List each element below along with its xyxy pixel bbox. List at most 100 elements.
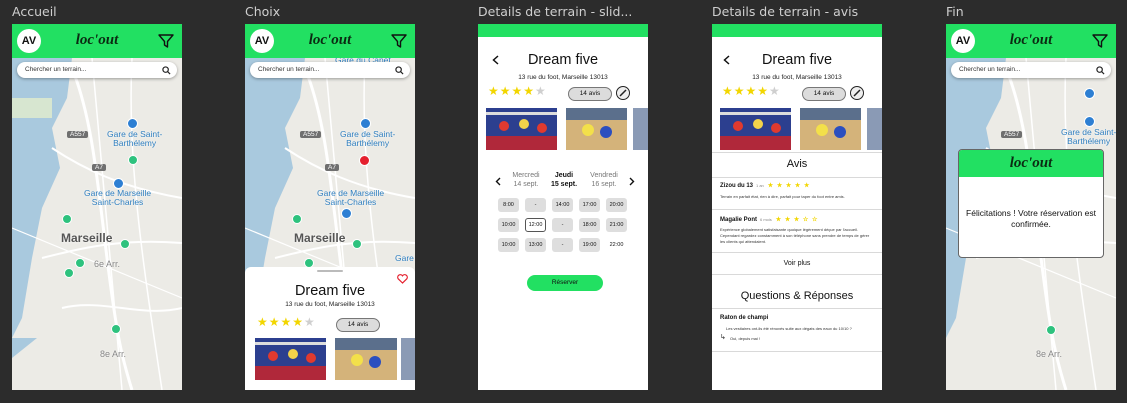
search-icon[interactable]: [1096, 66, 1105, 75]
time-slot[interactable]: 14:00: [552, 198, 573, 212]
edit-pencil-icon[interactable]: [850, 86, 864, 100]
review-stars: ★ ★ ★ ★ ★: [767, 183, 811, 189]
terrain-photo[interactable]: [486, 108, 557, 150]
map[interactable]: A557 A7 Gare de Saint- Barthélemy Gare d…: [12, 58, 182, 390]
filter-icon[interactable]: [391, 33, 407, 49]
time-slot[interactable]: 17:00: [579, 198, 600, 212]
frame-label-accueil: Accueil: [12, 4, 57, 19]
map-label-gare: Gare: [395, 253, 414, 263]
terrain-photo[interactable]: [401, 338, 415, 380]
train-icon: [341, 208, 352, 219]
day-friday[interactable]: Vendredi 16 sept.: [581, 171, 627, 189]
day-name: Vendredi: [590, 172, 618, 179]
time-slot[interactable]: 22:00: [606, 238, 627, 252]
time-slot-selected[interactable]: 12:00: [525, 218, 546, 232]
train-icon: [127, 118, 138, 129]
review-author: Magalie Pont 6 mois ★ ★ ★ ☆ ☆: [720, 216, 818, 223]
map-background: [12, 58, 182, 390]
terrain-pin[interactable]: [111, 324, 121, 334]
see-more-link[interactable]: Voir plus: [712, 260, 882, 267]
search-input[interactable]: Chercher un terrain...: [17, 62, 177, 78]
time-slot[interactable]: 13:00: [525, 238, 546, 252]
sheet-handle[interactable]: [317, 270, 343, 272]
time-slot[interactable]: -: [525, 198, 546, 212]
terrain-photo[interactable]: [566, 108, 627, 150]
terrain-address: 13 rue du foot, Marseille 13013: [752, 74, 842, 81]
terrain-pin[interactable]: [64, 268, 74, 278]
review-date: 1 an: [756, 183, 764, 188]
reviews-count-pill[interactable]: 14 avis: [802, 87, 846, 101]
confirmation-message: Félicitations ! Votre réservation est co…: [966, 208, 1096, 229]
terrain-pin[interactable]: [120, 239, 130, 249]
divider: [712, 308, 882, 309]
terrain-photo[interactable]: [335, 338, 397, 380]
terrain-bottom-sheet[interactable]: Dream five 13 rue du foot, Marseille 130…: [245, 267, 415, 390]
terrain-photo[interactable]: [720, 108, 791, 150]
time-slot[interactable]: 21:00: [606, 218, 627, 232]
next-day-icon[interactable]: [629, 177, 635, 186]
divider: [712, 274, 882, 275]
map-label-6e: 6e Arr.: [94, 259, 121, 269]
terrain-pin[interactable]: [128, 155, 138, 165]
reviews-count-pill[interactable]: 14 avis: [568, 87, 612, 101]
search-input[interactable]: Chercher un terrain...: [250, 62, 410, 78]
map-label-8e: 8e Arr.: [1036, 349, 1063, 359]
filter-icon[interactable]: [158, 33, 174, 49]
app-header: [478, 24, 648, 37]
map-label-gare-st-barth: Gare de Saint- Barthélemy: [107, 129, 163, 148]
time-slot[interactable]: 18:00: [579, 218, 600, 232]
photo-futsal-red: [255, 338, 326, 380]
time-slot[interactable]: 20:00: [606, 198, 627, 212]
filter-icon[interactable]: [1092, 33, 1108, 49]
time-slot[interactable]: 8:00: [498, 198, 519, 212]
day-date: 16 sept.: [591, 181, 617, 188]
app-header: AV loc'out: [12, 24, 182, 58]
review-date: 6 mois: [760, 217, 772, 222]
qa-question: Les vestiaires ont-ils été rénovés suite…: [726, 326, 852, 331]
qa-heading: Questions & Réponses: [740, 290, 854, 302]
frame-details-reviews: Dream five 13 rue du foot, Marseille 130…: [712, 24, 882, 390]
map-label-gare-st-charles: Gare de Marseille Saint-Charles: [84, 188, 152, 207]
terrain-address: 13 rue du foot, Marseille 13013: [518, 74, 608, 81]
terrain-pin[interactable]: [352, 239, 362, 249]
frame-label-fin: Fin: [946, 4, 964, 19]
terrain-photo[interactable]: [633, 108, 648, 150]
photo-futsal-yellow: [800, 108, 861, 150]
photo-futsal-red: [486, 108, 557, 150]
terrain-photo[interactable]: [800, 108, 861, 150]
prev-day-icon[interactable]: [495, 177, 501, 186]
rating-stars: ★★★★★: [722, 84, 781, 98]
reserve-button[interactable]: Réserver: [527, 275, 603, 291]
time-slot[interactable]: 19:00: [579, 238, 600, 252]
confirmation-modal[interactable]: loc'out Félicitations ! Votre réservatio…: [958, 149, 1104, 258]
photo-futsal-red: [720, 108, 791, 150]
terrain-photo[interactable]: [255, 338, 326, 380]
reviews-count-pill[interactable]: 14 avis: [336, 318, 380, 332]
terrain-pin[interactable]: [292, 214, 302, 224]
map-label-marseille: Marseille: [61, 231, 113, 245]
search-icon[interactable]: [395, 66, 404, 75]
terrain-pin[interactable]: [75, 258, 85, 268]
train-icon: [1084, 116, 1095, 127]
day-date: 15 sept.: [550, 181, 578, 188]
selected-terrain-pin[interactable]: [359, 155, 370, 166]
time-slot[interactable]: -: [552, 218, 573, 232]
review-author-name: Zizou du 13: [720, 183, 753, 189]
frame-label-slots: Details de terrain - slid...: [478, 4, 633, 19]
frame-choix: Gare du Canet A557 A7 Gare de Saint- Bar…: [245, 24, 415, 390]
time-slot[interactable]: 10:00: [498, 238, 519, 252]
terrain-address: 13 rue du foot, Marseille 13013: [285, 301, 375, 308]
frame-accueil: A557 A7 Gare de Saint- Barthélemy Gare d…: [12, 24, 182, 390]
terrain-photo[interactable]: [867, 108, 882, 150]
search-icon[interactable]: [162, 66, 171, 75]
time-slot[interactable]: -: [552, 238, 573, 252]
terrain-pin[interactable]: [1046, 325, 1056, 335]
search-input[interactable]: Chercher un terrain...: [951, 62, 1111, 78]
terrain-pin[interactable]: [62, 214, 72, 224]
divider: [712, 152, 882, 153]
divider: [712, 177, 882, 178]
rating-stars: ★★★★★: [257, 315, 316, 329]
edit-pencil-icon[interactable]: [616, 86, 630, 100]
day-name: Mercredi: [512, 172, 540, 179]
time-slot[interactable]: 10:00: [498, 218, 519, 232]
